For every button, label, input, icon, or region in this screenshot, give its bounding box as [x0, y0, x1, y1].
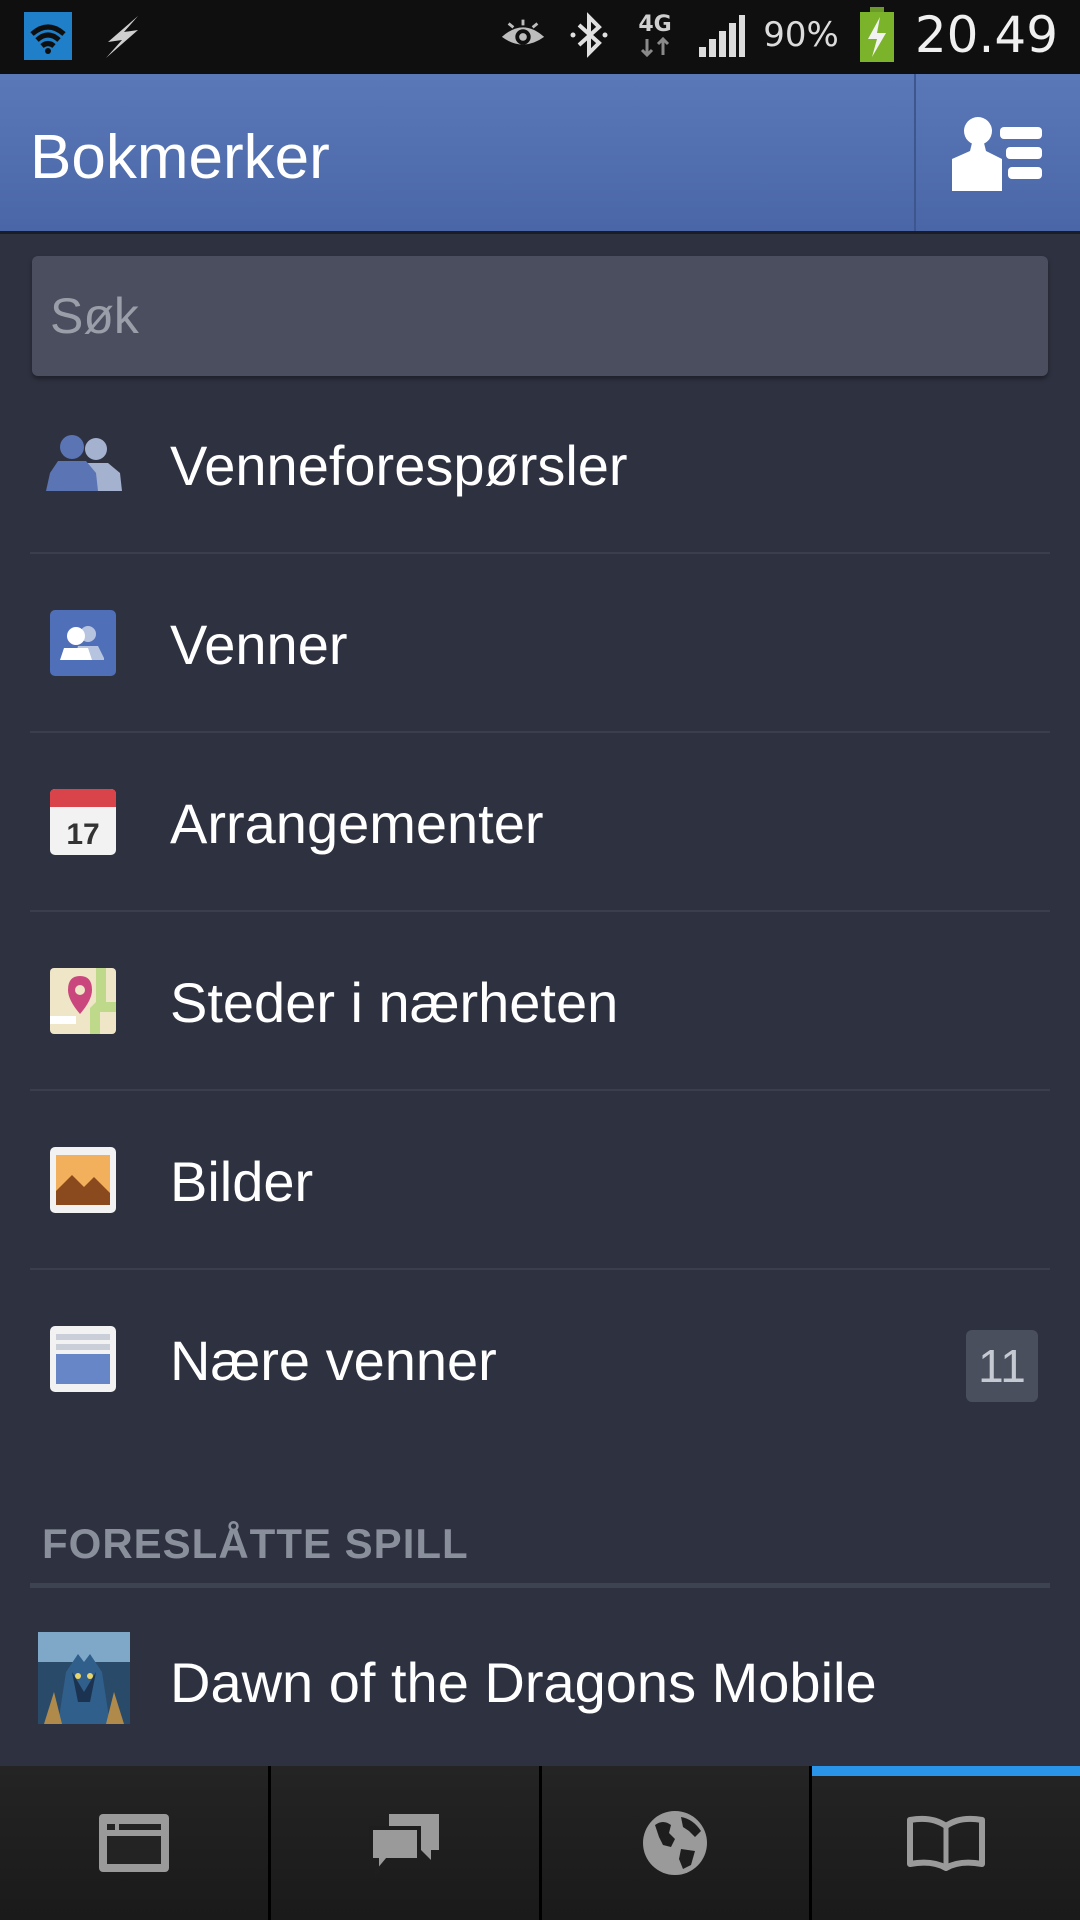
svg-text:17: 17: [66, 818, 99, 851]
status-bar: 4G 90% 20.49: [0, 0, 1080, 74]
bookmark-item-events[interactable]: 17 Arrangementer: [0, 733, 1080, 912]
bluetooth-icon: [565, 11, 613, 59]
bookmark-item-close-friends[interactable]: Nære venner 11: [0, 1270, 1080, 1449]
clock: 20.49: [914, 6, 1058, 64]
tab-news-feed[interactable]: [0, 1766, 271, 1920]
section-header-suggested-games: FORESLÅTTE SPILL: [42, 1520, 469, 1567]
notifications-globe-icon: [643, 1811, 708, 1875]
news-feed-icon: [98, 1814, 169, 1872]
app-bar: Bokmerker: [0, 74, 1080, 234]
network-4g-icon: 4G: [631, 11, 679, 59]
bookmarks-book-icon: [907, 1815, 986, 1871]
bottom-tab-bar: [0, 1766, 1080, 1920]
bookmark-item-friend-requests[interactable]: Venneforespørsler: [0, 375, 1080, 554]
wifi-icon: [24, 12, 72, 60]
bookmark-item-friends[interactable]: Venner: [0, 554, 1080, 733]
eye-icon: [499, 11, 547, 59]
calendar-icon: 17: [50, 789, 116, 855]
bookmark-label: Nære venner: [170, 1329, 497, 1392]
tab-bookmarks[interactable]: [812, 1766, 1080, 1920]
svg-text:4G: 4G: [639, 12, 672, 37]
tab-notifications[interactable]: [541, 1766, 813, 1920]
count-badge: 11: [966, 1330, 1038, 1402]
bookmark-label: Venner: [170, 613, 348, 676]
nearby-places-icon: [50, 968, 116, 1034]
bookmark-item-nearby-places[interactable]: Steder i nærheten: [0, 912, 1080, 1091]
signal-icon: [697, 11, 746, 59]
bookmark-label: Bilder: [170, 1150, 314, 1213]
friends-icon: [50, 610, 116, 676]
game-label: Dawn of the Dragons Mobile: [170, 1651, 877, 1714]
page-title: Bokmerker: [30, 123, 330, 192]
bookmark-label: Venneforespørsler: [170, 434, 628, 497]
battery-charging-icon: [857, 7, 897, 62]
battery-percent: 90%: [763, 15, 839, 55]
friend-requests-icon: [46, 431, 122, 497]
messages-icon: [368, 1814, 439, 1876]
flash-icon: [98, 12, 146, 60]
bookmark-item-photos[interactable]: Bilder: [0, 1091, 1080, 1270]
section-divider: [30, 1583, 1050, 1588]
friends-list-button[interactable]: [916, 74, 1080, 231]
search-input[interactable]: [32, 256, 1048, 376]
suggested-game-item[interactable]: Dawn of the Dragons Mobile: [0, 1590, 1080, 1770]
search-field-container: [32, 256, 1048, 376]
friends-list-icon: [952, 116, 1042, 191]
game-thumbnail-icon: [38, 1632, 130, 1724]
close-friends-list-icon: [50, 1326, 116, 1392]
tab-messages[interactable]: [270, 1766, 542, 1920]
bookmark-label: Steder i nærheten: [170, 971, 619, 1034]
photos-icon: [50, 1147, 116, 1213]
bookmarks-list: Venneforespørsler Venner 17 Arrangemente…: [0, 375, 1080, 1449]
bookmark-label: Arrangementer: [170, 792, 544, 855]
